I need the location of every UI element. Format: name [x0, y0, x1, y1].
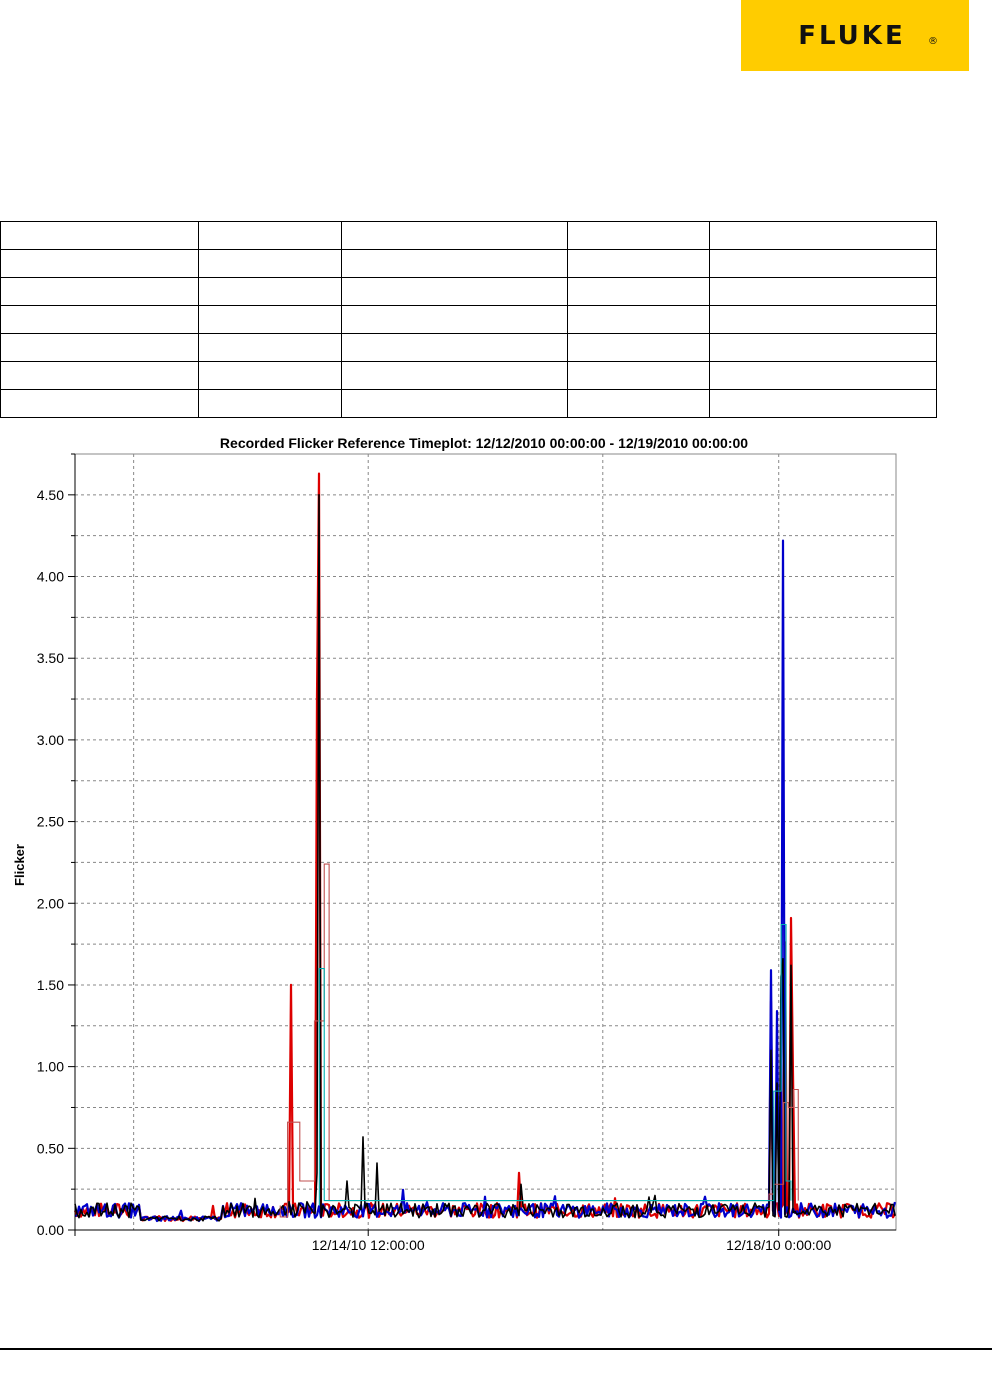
y-tick-label: 2.00 [37, 895, 64, 911]
x-tick-label: 12/14/10 12:00:00 [312, 1237, 425, 1253]
table-cell [0, 333, 199, 362]
footer-rule [0, 1348, 992, 1350]
table-cell [709, 305, 937, 334]
table-cell [198, 221, 342, 250]
table-cell [341, 333, 568, 362]
table-cell [709, 389, 937, 418]
table-cell [709, 221, 937, 250]
table-cell [567, 305, 710, 334]
table-cell [198, 305, 342, 334]
y-tick-label: 2.50 [37, 814, 64, 830]
table-cell [567, 277, 710, 306]
table-row [0, 249, 937, 278]
y-axis-label: Flicker [12, 844, 27, 886]
table-cell [709, 277, 937, 306]
y-tick-label: 4.00 [37, 569, 64, 585]
table-row [0, 305, 937, 334]
table-cell [709, 361, 937, 390]
table-cell [341, 221, 568, 250]
flicker-chart-svg: Recorded Flicker Reference Timeplot: 12/… [12, 435, 897, 1253]
data-table [0, 221, 937, 418]
fluke-logo: FLUKE ® [741, 0, 969, 71]
chart-title: Recorded Flicker Reference Timeplot: 12/… [220, 435, 748, 451]
table-cell [198, 361, 342, 390]
table-row [0, 277, 937, 306]
table-cell [567, 389, 710, 418]
table-cell [198, 333, 342, 362]
table-cell [567, 221, 710, 250]
y-tick-label: 4.50 [37, 487, 64, 503]
table-cell [0, 249, 199, 278]
table-cell [709, 249, 937, 278]
y-tick-label: 1.00 [37, 1059, 64, 1075]
table-cell [341, 389, 568, 418]
table-cell [341, 361, 568, 390]
registered-mark: ® [928, 36, 938, 47]
table-cell [709, 333, 937, 362]
y-tick-label: 3.50 [37, 650, 64, 666]
table-cell [341, 249, 568, 278]
table-cell [567, 361, 710, 390]
table-cell [567, 249, 710, 278]
table-row [0, 221, 937, 250]
y-tick-label: 0.00 [37, 1222, 64, 1238]
flicker-chart: Recorded Flicker Reference Timeplot: 12/… [0, 430, 992, 1270]
table-cell [0, 361, 199, 390]
table-cell [198, 277, 342, 306]
table-cell [341, 277, 568, 306]
table-cell [0, 221, 199, 250]
table-row [0, 389, 937, 418]
y-tick-label: 1.50 [37, 977, 64, 993]
table-cell [341, 305, 568, 334]
table-cell [0, 389, 199, 418]
table-cell [0, 277, 199, 306]
y-tick-label: 3.00 [37, 732, 64, 748]
logo-text: FLUKE [798, 20, 906, 51]
table-cell [567, 333, 710, 362]
table-cell [0, 305, 199, 334]
table-cell [198, 389, 342, 418]
y-tick-label: 0.50 [37, 1140, 64, 1156]
table-row [0, 333, 937, 362]
x-tick-label: 12/18/10 0:00:00 [726, 1237, 831, 1253]
table-row [0, 361, 937, 390]
table-cell [198, 249, 342, 278]
